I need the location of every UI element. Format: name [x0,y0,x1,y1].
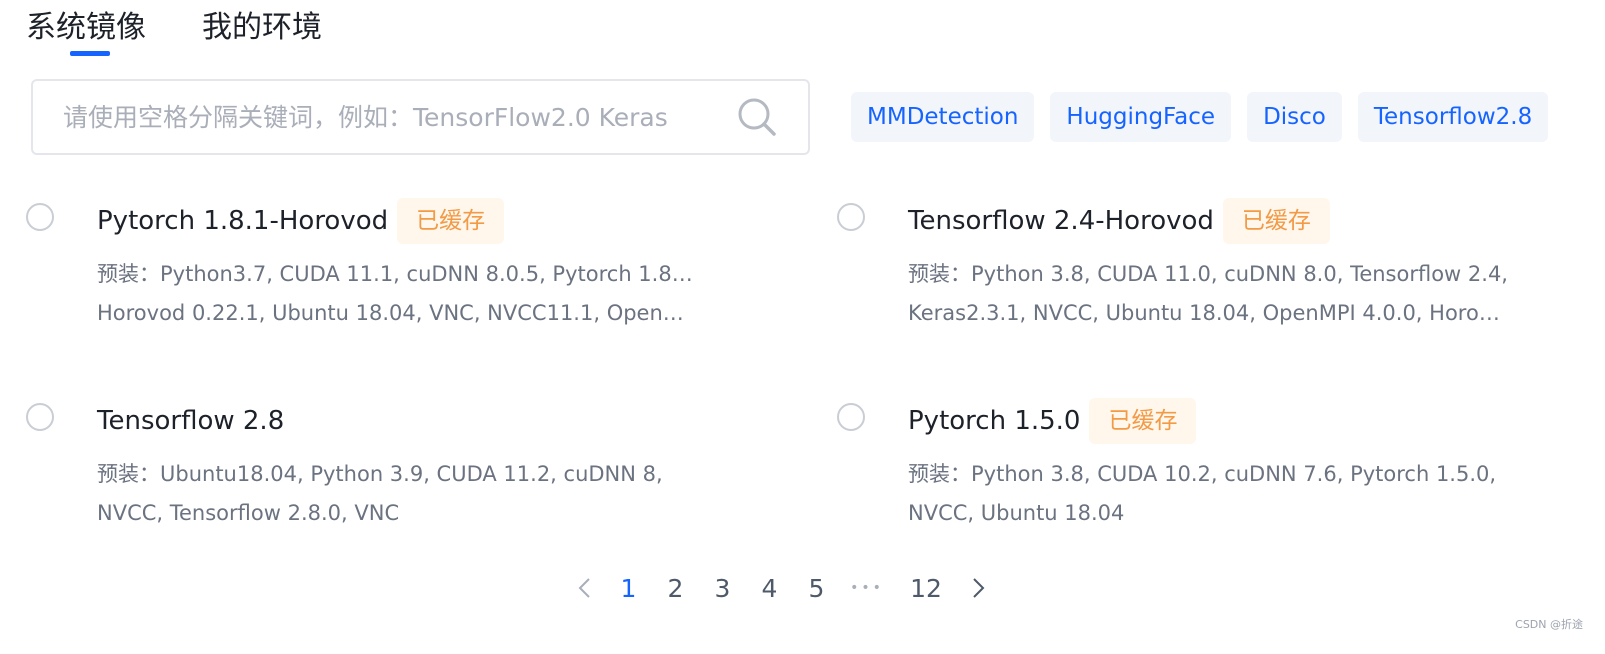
image-title: Tensorflow 2.8 [97,406,285,436]
image-description: 预装：Python 3.8, CUDA 10.2, cuDNN 7.6, Pyt… [908,455,1508,533]
more-pages-ellipsis[interactable]: ••• [840,566,894,610]
page-1-button[interactable]: 1 [605,566,652,610]
description-line: NVCC, Ubuntu 18.04 [908,501,1125,525]
prev-page-button[interactable] [565,566,605,610]
image-description: 预装：Python3.7, CUDA 11.1, cuDNN 8.0.5, Py… [97,255,697,333]
image-description: 预装：Python 3.8, CUDA 11.0, cuDNN 8.0, Ten… [908,255,1508,333]
description-line: 预装：Python 3.8, CUDA 10.2, cuDNN 7.6, Pyt… [908,462,1497,486]
image-description: 预装：Ubuntu18.04, Python 3.9, CUDA 11.2, c… [97,455,697,533]
description-line: 预装：Ubuntu18.04, Python 3.9, CUDA 11.2, c… [97,462,663,486]
image-tabs: 系统镜像 我的环境 [26,6,322,56]
image-title: Tensorflow 2.4-Horovod [908,206,1214,236]
page-2-button[interactable]: 2 [652,566,699,610]
card-title-row: Pytorch 1.5.0 已缓存 [908,398,1197,444]
description-line: Keras2.3.1, NVCC, Ubuntu 18.04, OpenMPI … [908,301,1508,325]
quick-tag-disco[interactable]: Disco [1247,92,1342,142]
quick-filter-tags: MMDetection HuggingFace Disco Tensorflow… [851,92,1549,142]
quick-tag-tensorflow-2-8[interactable]: Tensorflow2.8 [1357,92,1549,142]
description-line: 预装：Python3.7, CUDA 11.1, cuDNN 8.0.5, Py… [97,262,697,286]
next-page-button[interactable] [958,566,998,610]
chevron-left-icon [578,578,590,598]
card-title-row: Tensorflow 2.8 [97,398,284,444]
image-title: Pytorch 1.5.0 [908,406,1081,436]
select-radio[interactable] [26,203,54,231]
cached-badge: 已缓存 [397,198,505,244]
description-line: NVCC, Tensorflow 2.8.0, VNC [97,501,400,525]
quick-tag-huggingface[interactable]: HuggingFace [1050,92,1232,142]
search-icon[interactable] [736,96,778,138]
page-3-button[interactable]: 3 [699,566,746,610]
tab-system-images[interactable]: 系统镜像 [26,6,146,50]
page-4-button[interactable]: 4 [746,566,793,610]
tab-my-environments[interactable]: 我的环境 [202,6,322,50]
card-title-row: Tensorflow 2.4-Horovod 已缓存 [908,198,1330,244]
image-title: Pytorch 1.8.1-Horovod [97,206,389,236]
card-title-row: Pytorch 1.8.1-Horovod 已缓存 [97,198,505,244]
watermark: CSDN @折途 [1515,618,1583,631]
search-box [31,79,810,155]
select-radio[interactable] [26,403,54,431]
page-5-button[interactable]: 5 [793,566,840,610]
quick-tag-mmdetection[interactable]: MMDetection [851,92,1035,142]
active-tab-indicator [70,51,110,56]
pagination: 1 2 3 4 5 ••• 12 [565,566,998,610]
cached-badge: 已缓存 [1222,198,1330,244]
cached-badge: 已缓存 [1089,398,1197,444]
page-12-button[interactable]: 12 [894,566,958,610]
select-radio[interactable] [837,403,865,431]
select-radio[interactable] [837,203,865,231]
description-line: Horovod 0.22.1, Ubuntu 18.04, VNC, NVCC1… [97,301,697,325]
chevron-right-icon [973,578,985,598]
description-line: 预装：Python 3.8, CUDA 11.0, cuDNN 8.0, Ten… [908,262,1508,286]
search-input[interactable] [63,87,736,147]
